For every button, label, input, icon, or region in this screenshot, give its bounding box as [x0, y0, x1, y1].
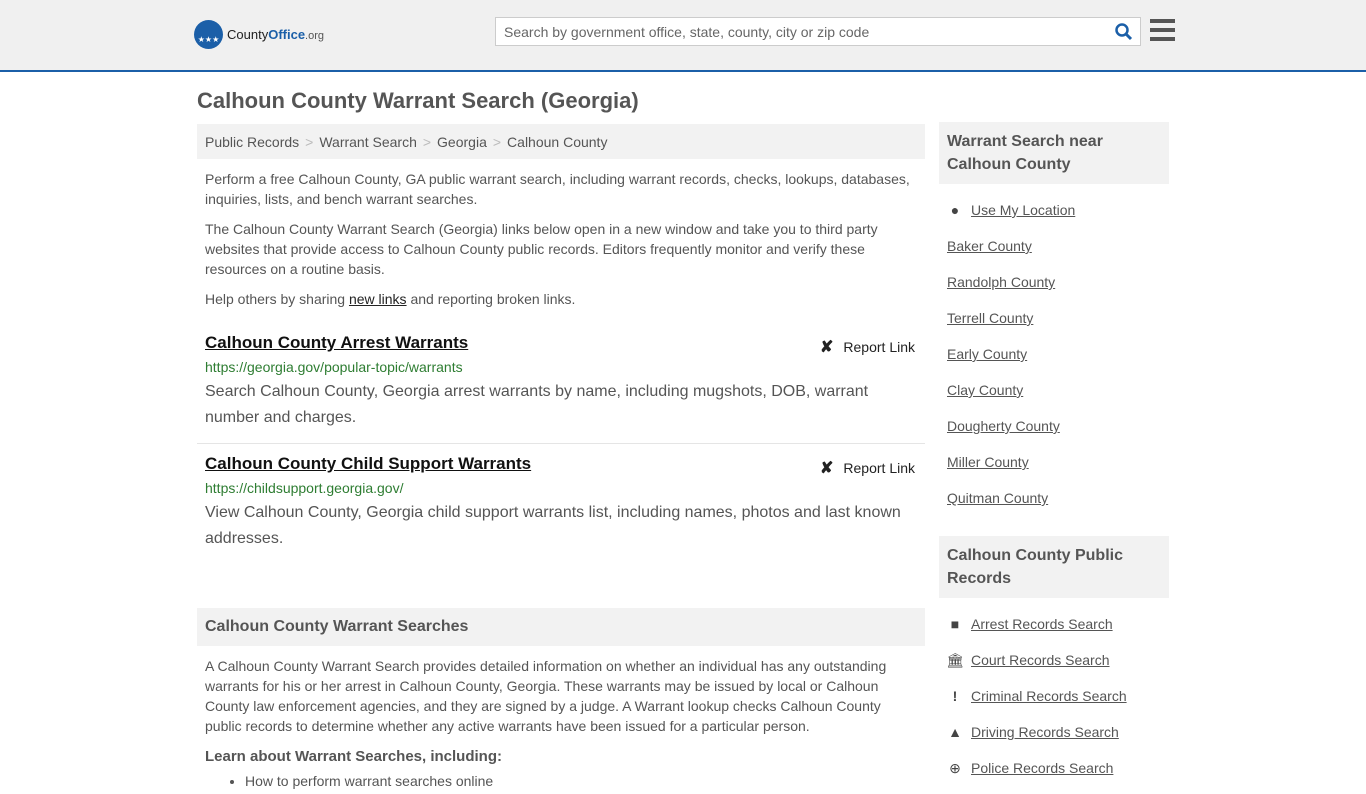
result-description: Search Calhoun County, Georgia arrest wa… — [205, 383, 869, 426]
breadcrumb-georgia[interactable]: Georgia — [437, 134, 487, 150]
nearby-item: Randolph County — [947, 264, 1161, 300]
breadcrumb-warrant-search[interactable]: Warrant Search — [319, 134, 417, 150]
new-links-link[interactable]: new links — [349, 291, 407, 307]
records-link[interactable]: Police Records Search — [971, 760, 1113, 776]
search-icon — [1115, 22, 1133, 40]
nearby-item: Dougherty County — [947, 408, 1161, 444]
police-icon: ⊕ — [949, 759, 961, 776]
records-link[interactable]: Criminal Records Search — [971, 688, 1127, 704]
nearby-link[interactable]: Miller County — [947, 454, 1029, 470]
page-title: Calhoun County Warrant Search (Georgia) — [197, 88, 639, 113]
breadcrumb-public-records[interactable]: Public Records — [205, 134, 299, 150]
section-heading: Calhoun County Warrant Searches — [197, 608, 925, 646]
nearby-link[interactable]: Baker County — [947, 238, 1032, 254]
records-item: ! Criminal Records Search — [947, 678, 1161, 714]
records-link[interactable]: Court Records Search — [971, 652, 1110, 668]
records-item: ▲ Driving Records Search — [947, 714, 1161, 750]
car-icon: ▲ — [948, 724, 962, 740]
result-description: View Calhoun County, Georgia child suppo… — [205, 504, 901, 547]
nearby-link[interactable]: Clay County — [947, 382, 1023, 398]
logo-county: County — [227, 27, 269, 42]
main-content: Public Records > Warrant Search > Georgia >… — [197, 124, 925, 789]
report-link-label: Report Link — [843, 339, 915, 355]
learn-list: How to perform warrant searches online — [245, 773, 925, 789]
eagle-logo-icon: ★★★ — [194, 20, 223, 49]
report-link-label: Report Link — [843, 460, 915, 476]
result-url: https://georgia.gov/popular-topic/warran… — [205, 359, 463, 375]
result-item: Calhoun County Child Support Warrants ✘ R… — [197, 444, 925, 564]
sidebar: Warrant Search near Calhoun County ● Use … — [939, 122, 1169, 794]
breadcrumb-separator: > — [492, 133, 502, 150]
intro-text-3: Help others by sharing new links and rep… — [197, 289, 925, 309]
nearby-item: Terrell County — [947, 300, 1161, 336]
nearby-item: Early County — [947, 336, 1161, 372]
use-location-link[interactable]: Use My Location — [971, 202, 1075, 218]
result-title-link[interactable]: Calhoun County Child Support Warrants — [205, 454, 917, 474]
learn-heading: Learn about Warrant Searches, including: — [205, 748, 502, 765]
nearby-item: Baker County — [947, 228, 1161, 264]
nearby-link[interactable]: Dougherty County — [947, 418, 1060, 434]
breadcrumb-separator: > — [422, 133, 432, 150]
site-logo[interactable]: ★★★ CountyOffice.org — [194, 20, 324, 49]
broken-link-icon: ✘ — [820, 460, 834, 477]
records-item: 🏛︎ Court Records Search — [946, 642, 1161, 678]
report-link-button[interactable]: ✘ Report Link — [820, 337, 915, 357]
records-item: ■ Arrest Records Search — [947, 606, 1161, 642]
search-bar — [495, 17, 1141, 46]
result-url: https://childsupport.georgia.gov/ — [205, 480, 404, 496]
logo-org: .org — [305, 30, 325, 42]
broken-link-icon: ✘ — [820, 339, 834, 356]
records-link[interactable]: Driving Records Search — [971, 724, 1119, 740]
intro-text-2: The Calhoun County Warrant Search (Georg… — [205, 221, 878, 277]
nearby-heading: Warrant Search near Calhoun County — [939, 122, 1169, 184]
search-input[interactable] — [496, 18, 1108, 45]
nearby-item: Quitman County — [947, 480, 1161, 516]
court-icon: 🏛︎ — [946, 651, 964, 668]
nearby-link[interactable]: Terrell County — [947, 310, 1033, 326]
use-location-item: ● Use My Location — [947, 192, 1161, 228]
hamburger-menu-icon[interactable] — [1150, 19, 1175, 41]
logo-office: Office — [268, 27, 306, 42]
result-item: Calhoun County Arrest Warrants ✘ Report L… — [197, 323, 925, 444]
intro-text-3-post: and reporting broken links. — [406, 291, 576, 307]
search-button[interactable] — [1108, 18, 1140, 45]
breadcrumb-separator: > — [305, 133, 314, 150]
nearby-link[interactable]: Quitman County — [947, 490, 1048, 506]
nearby-link[interactable]: Early County — [947, 346, 1027, 362]
breadcrumb-current: Calhoun County — [507, 133, 608, 150]
records-heading: Calhoun County Public Records — [939, 536, 1169, 598]
result-title-link[interactable]: Calhoun County Arrest Warrants — [205, 333, 917, 353]
nearby-link[interactable]: Randolph County — [947, 274, 1055, 290]
nearby-list: ● Use My Location Baker County Randolph C… — [939, 184, 1169, 524]
records-list: ■ Arrest Records Search 🏛︎ Court Records S… — [939, 598, 1169, 794]
map-marker-icon: ● — [950, 202, 960, 218]
section-body: A Calhoun County Warrant Search provides… — [205, 658, 887, 734]
nearby-item: Clay County — [947, 372, 1161, 408]
report-link-button[interactable]: ✘ Report Link — [820, 458, 915, 478]
intro-text-3-pre: Help others by sharing — [205, 291, 349, 307]
exclamation-icon: ! — [952, 688, 958, 704]
intro-text-1: Perform a free Calhoun County, GA public… — [205, 171, 910, 207]
nearby-item: Miller County — [947, 444, 1161, 480]
learn-list-item: How to perform warrant searches online — [245, 773, 925, 789]
site-header: ★★★ CountyOffice.org — [0, 0, 1366, 72]
records-item: ⊕ Police Records Search — [947, 750, 1161, 786]
breadcrumb: Public Records > Warrant Search > Georgia >… — [197, 124, 925, 159]
arrest-icon: ■ — [950, 616, 960, 632]
records-link[interactable]: Arrest Records Search — [971, 616, 1113, 632]
